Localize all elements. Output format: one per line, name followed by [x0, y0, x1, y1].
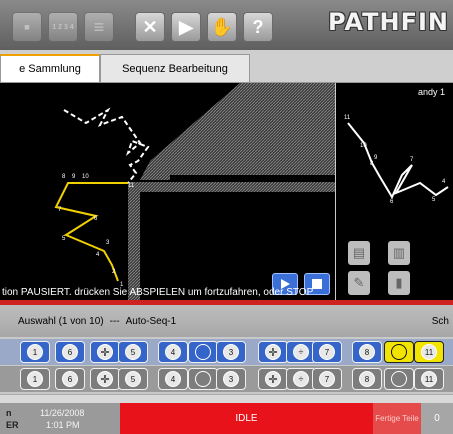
step-chip[interactable]: 5 [118, 341, 148, 363]
tab-sammlung[interactable]: e Sammlung [0, 54, 100, 82]
play-icon[interactable]: ▶ [171, 12, 201, 42]
main-path-view[interactable]: 8 9 10 11 7 6 5 4 3 2 1 tion PAUSIERT. d… [0, 83, 335, 300]
side-label: 10 [360, 143, 367, 149]
step-chip[interactable]: 6 [55, 341, 85, 363]
obstacle-region [140, 83, 335, 180]
side-path [347, 122, 449, 200]
tools-icon[interactable]: ✕ [135, 12, 165, 42]
step-chip[interactable]: 5 [118, 368, 148, 390]
yellow-path [54, 182, 128, 282]
hand-stop-icon[interactable]: ✋ [207, 12, 237, 42]
step-chip-circle[interactable] [188, 341, 218, 363]
side-path-view[interactable]: andy 1 11 10 9 8 7 6 5 4 [336, 83, 453, 233]
sequence-name: Auto-Seq-1 [125, 315, 177, 327]
selection-separator: --- [109, 315, 120, 327]
path-label: 11 [128, 183, 135, 189]
footer-label-top: n [6, 408, 12, 418]
path-label: 4 [96, 252, 100, 258]
selection-count: Auswahl (1 von 10) [18, 315, 104, 327]
save-icon[interactable]: ▪ [12, 12, 42, 42]
step-chip-circle[interactable] [188, 368, 218, 390]
copy-document-icon[interactable]: ▥ [388, 241, 410, 265]
side-view-title: andy 1 [417, 87, 445, 97]
pencil-icon[interactable]: ✎ [348, 271, 370, 295]
step-chip-circle[interactable] [384, 341, 414, 363]
side-path-canvas: 11 10 9 8 7 6 5 4 [344, 115, 449, 205]
footer-label-bottom: ER [6, 420, 19, 430]
step-chip[interactable]: 1 [20, 341, 50, 363]
step-chip-cross[interactable]: ✛ [258, 341, 288, 363]
path-label: 5 [62, 236, 66, 242]
tab-bar: e Sammlung Sequenz Bearbeitung [0, 50, 453, 83]
step-chip[interactable]: 8 [352, 368, 382, 390]
selection-bar: Auswahl (1 von 10) --- Auto-Seq-1 Sch [0, 305, 453, 337]
help-icon[interactable]: ? [243, 12, 273, 42]
footer-time: 1:01 PM [46, 420, 80, 430]
step-chip[interactable]: 7 [312, 368, 342, 390]
step-chip-cross[interactable]: ✛ [90, 341, 120, 363]
footer-info: n ER 11/26/2008 1:01 PM [0, 403, 120, 434]
numbered-list-icon[interactable]: 1 2 3 4 [48, 12, 78, 42]
footer-status-bar: n ER 11/26/2008 1:01 PM IDLE Fertige Tei… [0, 403, 453, 434]
finished-parts-count: 0 [421, 403, 453, 434]
side-label: 11 [344, 115, 351, 121]
side-label: 5 [432, 197, 436, 203]
side-tools-panel: ▤ ▥ ✎ ▮ [336, 233, 453, 300]
path-label: 3 [106, 240, 110, 246]
step-chip-circle[interactable] [384, 368, 414, 390]
main-path-canvas: 8 9 10 11 7 6 5 4 3 2 1 [54, 83, 335, 300]
dashed-path [63, 107, 150, 184]
obstacle-column [128, 182, 140, 300]
machine-state: IDLE [120, 403, 373, 434]
tab-sequenz-bearbeitung[interactable]: Sequenz Bearbeitung [100, 54, 250, 82]
step-chip[interactable]: 11 [414, 368, 444, 390]
list-icon[interactable]: ≡ [84, 12, 114, 42]
obstacle-bar [128, 182, 335, 192]
footer-date: 11/26/2008 [40, 408, 85, 418]
step-chip[interactable]: 1 [20, 368, 50, 390]
side-label: 7 [410, 157, 414, 163]
step-chip-cross[interactable]: ✛ [258, 368, 288, 390]
horizontal-scrollbar[interactable] [0, 394, 453, 403]
step-row-secondary: 1 6 ✛ 5 4 3 ✛ ÷ 7 8 11 [0, 366, 453, 392]
step-chip-cross[interactable]: ✛ [90, 368, 120, 390]
finished-parts-label: Fertige Teile [373, 403, 421, 434]
step-chip[interactable]: 3 [216, 341, 246, 363]
side-label: 4 [442, 179, 446, 185]
step-row-primary: 1 6 ✛ 5 4 3 ✛ ÷ 7 8 11 [0, 339, 453, 365]
document-icon[interactable]: ▤ [348, 241, 370, 265]
step-chip[interactable]: 6 [55, 368, 85, 390]
step-chip[interactable]: 4 [158, 368, 188, 390]
status-message: tion PAUSIERT. drücken Sie ABSPIELEN um … [2, 287, 314, 298]
path-label: 9 [72, 174, 76, 180]
step-chip[interactable]: 4 [158, 341, 188, 363]
side-label: 9 [374, 155, 378, 161]
brand-logo: PATHFIN [328, 8, 449, 36]
step-chip[interactable]: 3 [216, 368, 246, 390]
path-label: 8 [62, 174, 66, 180]
step-chip[interactable]: 8 [352, 341, 382, 363]
selection-right-label: Sch [431, 315, 449, 327]
side-label: 6 [390, 199, 394, 205]
trash-icon[interactable]: ▮ [388, 271, 410, 295]
path-label: 6 [94, 216, 98, 222]
step-chip[interactable]: 7 [312, 341, 342, 363]
path-label: 10 [82, 174, 89, 180]
step-chip-selected[interactable]: 11 [414, 341, 444, 363]
toolbar: ▪ 1 2 3 4 ≡ ✕ ▶ ✋ ? PATHFIN [0, 0, 453, 50]
